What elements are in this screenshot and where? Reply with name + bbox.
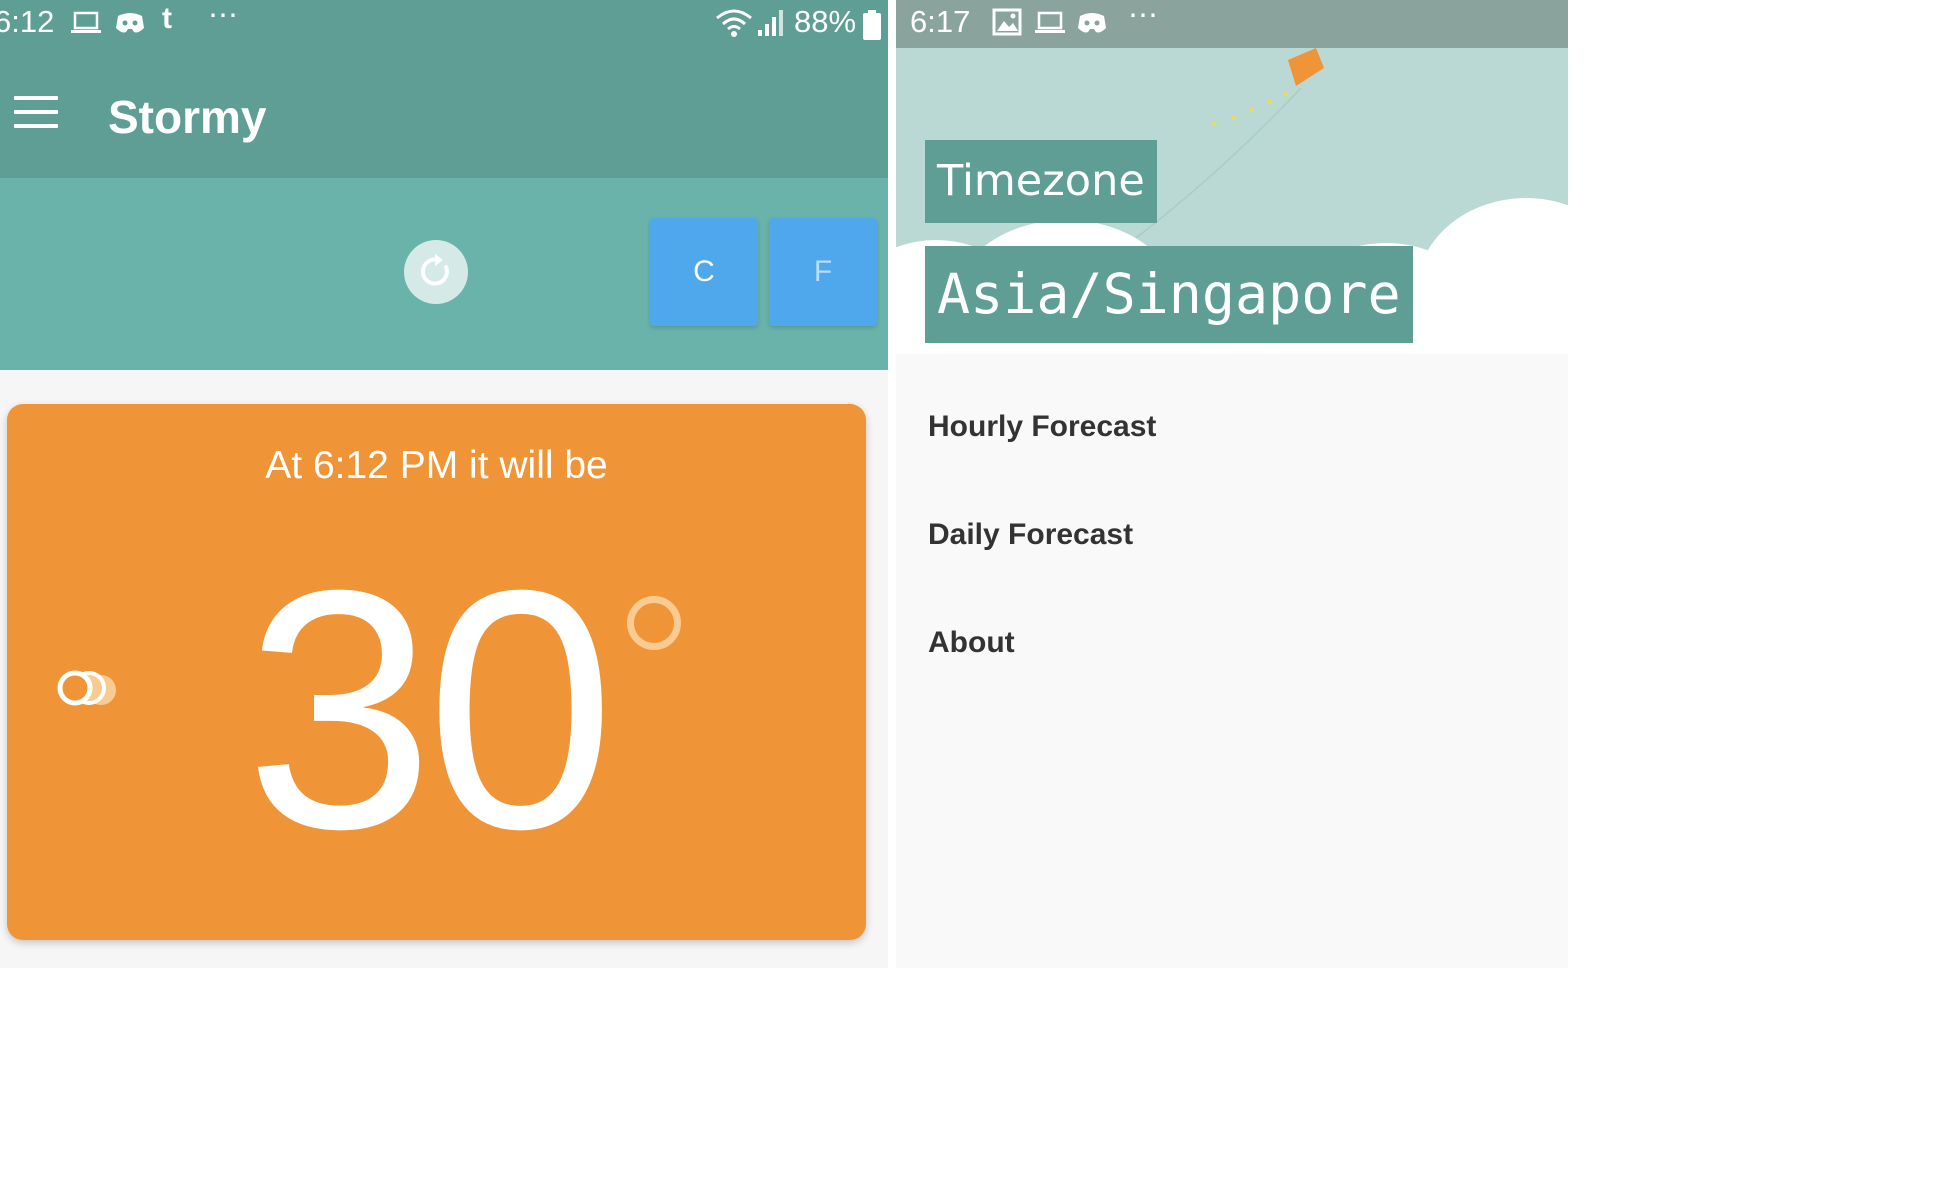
timezone-label: Timezone	[925, 140, 1157, 223]
refresh-button[interactable]	[404, 240, 468, 304]
status-bar: 6:17 ⋯	[896, 0, 1568, 48]
menu-item-about[interactable]: About	[928, 626, 1015, 660]
app-title: Stormy	[108, 91, 267, 143]
app-bar: Stormy	[0, 48, 888, 178]
navigation-drawer-screen: 6:17 ⋯ Timezone Asia/Singapore Hourly Fo…	[896, 0, 1568, 968]
status-time: 6:12	[0, 4, 55, 39]
more-notifications-icon: ⋯	[1128, 0, 1160, 32]
fahrenheit-button[interactable]: F	[769, 218, 877, 326]
drawer-header: Timezone Asia/Singapore	[896, 48, 1568, 354]
menu-item-daily-forecast[interactable]: Daily Forecast	[928, 518, 1133, 552]
battery-icon	[863, 10, 881, 40]
partly-cloudy-icon	[57, 670, 116, 706]
timezone-value: Asia/Singapore	[925, 246, 1413, 343]
tumblr-icon: t	[162, 2, 172, 35]
forecast-caption: At 6:12 PM it will be	[265, 444, 608, 487]
temperature-value: 30	[245, 520, 615, 900]
wifi-icon	[716, 9, 752, 37]
menu-item-hourly-forecast[interactable]: Hourly Forecast	[928, 410, 1156, 444]
discord-icon	[1078, 13, 1106, 33]
weather-card: At 6:12 PM it will be 30	[7, 404, 866, 940]
image-icon	[992, 8, 1022, 36]
more-notifications-icon: ⋯	[208, 0, 240, 32]
kite-icon	[1288, 48, 1324, 86]
battery-percent: 88%	[794, 4, 857, 39]
laptop-icon	[1035, 11, 1065, 33]
hamburger-menu-icon[interactable]	[14, 96, 58, 130]
refresh-icon	[420, 254, 449, 286]
degree-symbol-icon	[627, 596, 681, 650]
weather-screen: 6:12 t ⋯ 88% Stormy C F At 6:12 PM it wi…	[0, 0, 888, 968]
discord-icon	[116, 13, 144, 33]
status-time: 6:17	[910, 4, 971, 39]
status-bar: 6:12 t ⋯ 88%	[0, 0, 888, 48]
signal-icon	[758, 10, 783, 36]
laptop-icon	[71, 11, 101, 33]
controls-panel: C F	[0, 178, 888, 370]
celsius-button[interactable]: C	[650, 218, 758, 326]
